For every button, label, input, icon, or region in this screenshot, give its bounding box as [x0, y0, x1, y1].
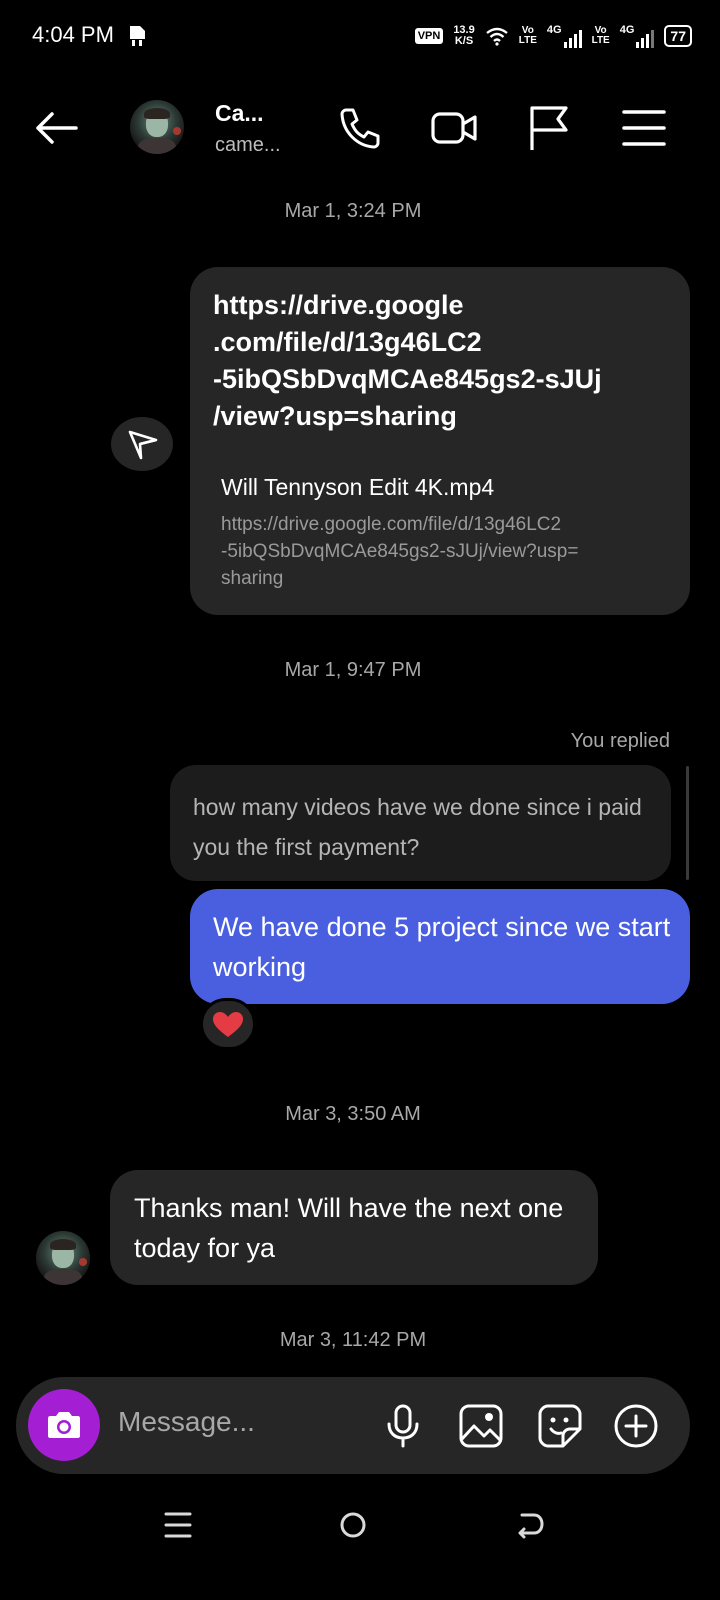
video-call-icon[interactable]	[430, 104, 478, 152]
camera-icon	[48, 1412, 80, 1438]
sender-avatar[interactable]	[36, 1231, 90, 1285]
phone-call-icon[interactable]	[336, 104, 384, 152]
link-preview-url[interactable]: https://drive.google.com/file/d/13g46LC2…	[221, 511, 671, 592]
recent-apps-icon[interactable]	[158, 1505, 198, 1545]
microphone-icon[interactable]	[380, 1403, 426, 1449]
signal-icon	[636, 30, 655, 48]
back-nav-icon[interactable]	[510, 1505, 550, 1545]
menu-icon[interactable]	[620, 104, 668, 152]
sim2-volte: Vo LTE	[592, 26, 610, 46]
message-timestamp: Mar 3, 11:42 PM	[279, 1329, 427, 1351]
status-indicators: VPN 13.9 K/S Vo LTE 4G Vo LTE 4G 77	[414, 22, 692, 50]
heart-icon	[213, 1012, 243, 1037]
sim-card-icon	[130, 26, 145, 46]
network-speed: 13.9 K/S	[453, 25, 474, 47]
battery-indicator: 77	[664, 25, 692, 47]
sent-message-text[interactable]: We have done 5 project since we start wo…	[213, 907, 683, 987]
gallery-icon[interactable]	[458, 1403, 504, 1449]
share-button[interactable]	[111, 417, 173, 471]
back-arrow-icon[interactable]	[32, 108, 80, 148]
quoted-message-text[interactable]: how many videos have we done since i pai…	[193, 787, 653, 867]
message-input[interactable]: Message...	[118, 1406, 255, 1438]
flag-icon[interactable]	[526, 104, 574, 152]
heart-reaction[interactable]	[200, 998, 256, 1050]
contact-username[interactable]: came...	[215, 134, 281, 157]
sim2-network-type: 4G	[619, 24, 635, 36]
sim2-signal: 4G	[620, 24, 655, 48]
message-timestamp: Mar 3, 3:50 AM	[285, 1103, 421, 1125]
contact-avatar[interactable]	[130, 100, 184, 154]
sim2-volte-sub: LTE	[591, 35, 610, 46]
received-message-text[interactable]: Thanks man! Will have the next one today…	[134, 1188, 584, 1268]
link-message-text[interactable]: https://drive.google .com/file/d/13g46LC…	[213, 287, 673, 435]
wifi-icon	[485, 27, 508, 46]
status-time: 4:04 PM	[32, 22, 114, 47]
quote-indicator	[686, 766, 689, 880]
link-preview-title[interactable]: Will Tennyson Edit 4K.mp4	[221, 474, 494, 501]
home-icon[interactable]	[333, 1505, 373, 1545]
sim1-volte: Vo LTE	[519, 26, 537, 46]
you-replied-label: You replied	[570, 730, 670, 752]
sim1-signal: 4G	[547, 24, 582, 48]
sim1-network-type: 4G	[546, 24, 562, 36]
send-icon	[128, 430, 158, 460]
sim1-volte-sub: LTE	[518, 35, 537, 46]
sticker-icon[interactable]	[537, 1403, 583, 1449]
vpn-badge: VPN	[414, 28, 444, 44]
message-timestamp: Mar 1, 9:47 PM	[284, 659, 422, 681]
contact-name[interactable]: Ca...	[215, 100, 264, 127]
network-speed-unit: K/S	[454, 35, 474, 47]
message-timestamp: Mar 1, 3:24 PM	[284, 200, 422, 222]
signal-icon	[563, 30, 582, 48]
add-icon[interactable]	[613, 1403, 659, 1449]
camera-button[interactable]	[28, 1389, 100, 1461]
